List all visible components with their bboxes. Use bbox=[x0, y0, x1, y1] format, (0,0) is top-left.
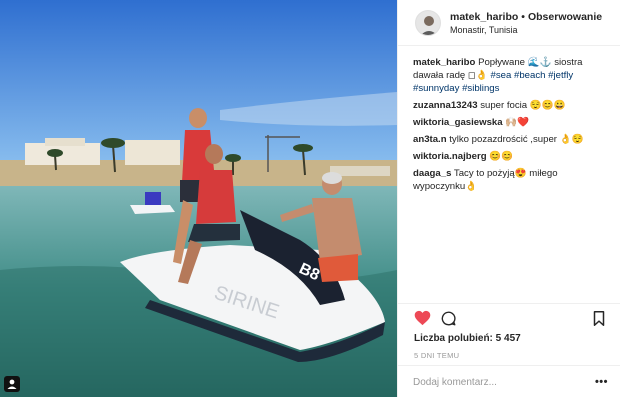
comment-item: zuzanna13243 super focia 😌😊😀 bbox=[413, 99, 609, 112]
hashtag[interactable]: #sea bbox=[491, 70, 512, 81]
comment-text: 😊😊 bbox=[489, 151, 514, 162]
caption-username[interactable]: matek_haribo bbox=[413, 57, 475, 68]
comment-username[interactable]: wiktoria_gasiewska bbox=[413, 117, 503, 128]
post-header: matek_haribo • Obserwowanie Monastir, Tuni… bbox=[398, 0, 620, 46]
photo-scene: SIRINE B8 bbox=[0, 0, 397, 397]
comment-item: daaga_s Tacy to pożyją😍 miłego wypoczynk… bbox=[413, 167, 609, 193]
comment-username[interactable]: wiktoria.najberg bbox=[413, 151, 487, 162]
hashtag[interactable]: #siblings bbox=[462, 83, 499, 94]
add-comment-box: ••• bbox=[398, 365, 620, 397]
comment-item: an3ta.n tylko pozazdrościć ,super 👌😌 bbox=[413, 133, 609, 146]
comment-item: wiktoria_gasiewska 🙌🏼❤️ bbox=[413, 116, 609, 129]
comment-username[interactable]: zuzanna13243 bbox=[413, 100, 478, 111]
post-side-panel: matek_haribo • Obserwowanie Monastir, Tuni… bbox=[397, 0, 620, 397]
author-username[interactable]: matek_haribo bbox=[450, 11, 518, 23]
caption: matek_haribo Popływane 🌊⚓ siostra dawała… bbox=[413, 56, 609, 95]
comment-text: super focia 😌😊😀 bbox=[480, 100, 566, 111]
heart-icon[interactable] bbox=[414, 310, 431, 326]
post-author-line: matek_haribo • Obserwowanie bbox=[450, 11, 602, 23]
comment-text: tylko pozazdrościć ,super 👌😌 bbox=[449, 134, 584, 145]
more-options-icon[interactable]: ••• bbox=[595, 376, 608, 388]
post-timestamp[interactable]: 5 DNI TEMU bbox=[414, 351, 459, 360]
user-tag-icon bbox=[7, 379, 17, 389]
comment-username[interactable]: an3ta.n bbox=[413, 134, 447, 145]
hashtag[interactable]: #sunnyday bbox=[413, 83, 459, 94]
comment-text: 🙌🏼❤️ bbox=[505, 117, 530, 128]
tag-people-button[interactable] bbox=[4, 376, 20, 392]
likes-count[interactable]: Liczba polubień: 5 457 bbox=[414, 333, 521, 344]
bookmark-icon[interactable] bbox=[593, 311, 605, 326]
hashtag[interactable]: #beach bbox=[514, 70, 545, 81]
comments-list: matek_haribo Popływane 🌊⚓ siostra dawała… bbox=[413, 56, 609, 197]
hashtag[interactable]: #jetfly bbox=[548, 70, 573, 81]
post-photo[interactable]: SIRINE B8 bbox=[0, 0, 397, 397]
comment-username[interactable]: daaga_s bbox=[413, 168, 451, 179]
separator-dot: • bbox=[521, 11, 525, 23]
avatar-image bbox=[416, 11, 440, 35]
add-comment-input[interactable] bbox=[413, 375, 583, 390]
comment-item: wiktoria.najberg 😊😊 bbox=[413, 150, 609, 163]
avatar[interactable] bbox=[415, 10, 441, 36]
post-actions: Liczba polubień: 5 457 5 DNI TEMU ••• bbox=[398, 303, 620, 397]
post-location[interactable]: Monastir, Tunisia bbox=[450, 25, 518, 35]
follow-button[interactable]: Obserwowanie bbox=[528, 11, 602, 23]
comment-icon[interactable] bbox=[441, 311, 456, 326]
